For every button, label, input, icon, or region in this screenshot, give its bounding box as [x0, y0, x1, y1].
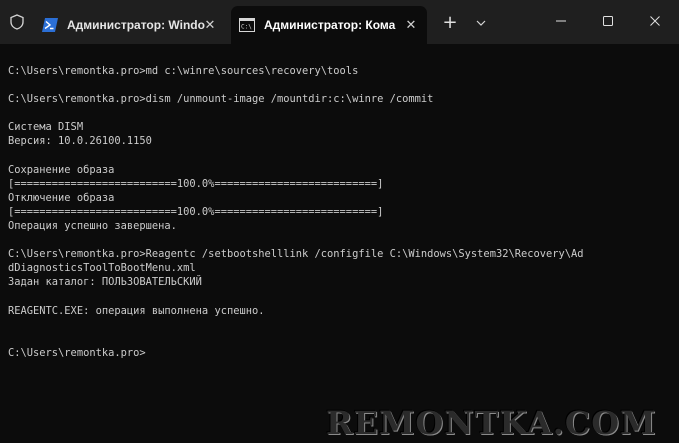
terminal-line: Сохранение образа — [8, 163, 115, 176]
cmd-icon: C:\ — [239, 17, 255, 33]
title-bar[interactable]: Администратор: Windo ✕ C:\ Администратор… — [0, 0, 679, 44]
terminal-line: REAGENTC.EXE: операция выполнена успешно… — [8, 304, 265, 317]
tab-powershell[interactable]: Администратор: Windo ✕ — [34, 6, 224, 44]
terminal-line: C:\Users\remontka.pro> — [8, 346, 146, 359]
terminal-line: Система DISM — [8, 121, 84, 134]
tab-command-prompt-label: Администратор: Кома — [264, 18, 396, 32]
terminal-line: Операция успешно завершена. — [8, 220, 177, 233]
svg-text:C:\: C:\ — [241, 24, 252, 31]
admin-shield-icon — [9, 14, 25, 30]
maximize-icon[interactable] — [593, 6, 623, 36]
new-tab-button[interactable]: + — [440, 13, 460, 33]
chevron-down-icon[interactable] — [472, 13, 490, 33]
terminal-line: Задан каталог: ПОЛЬЗОВАТЕЛЬСКИЙ — [8, 276, 202, 289]
terminal-line: [==========================100.0%=======… — [8, 177, 384, 190]
tab-close-icon[interactable]: ✕ — [202, 17, 218, 33]
terminal-line: C:\Users\remontka.pro>dism /unmount-imag… — [8, 93, 434, 106]
tab-powershell-label: Администратор: Windo — [67, 18, 205, 32]
terminal-line: Версия: 10.0.26100.1150 — [8, 135, 152, 148]
watermark-logo: REMONTKA.COM — [326, 404, 657, 442]
powershell-icon — [42, 17, 58, 33]
terminal-output-area[interactable]: C:\Users\remontka.pro>md c:\winre\source… — [0, 44, 679, 443]
terminal-line: Отключение образа — [8, 191, 115, 204]
terminal-line: [==========================100.0%=======… — [8, 205, 384, 218]
tab-command-prompt[interactable]: C:\ Администратор: Кома ✕ — [231, 6, 427, 44]
terminal-line: C:\Users\remontka.pro>Reagentc /setboots… — [8, 248, 584, 261]
close-icon[interactable] — [640, 6, 670, 36]
terminal-line: C:\Users\remontka.pro>md c:\winre\source… — [8, 65, 359, 77]
terminal-lines: C:\Users\remontka.pro>md c:\winre\source… — [8, 64, 673, 360]
terminal-line: dDiagnosticsToolToBootMenu.xml — [8, 262, 196, 275]
terminal-window: Администратор: Windo ✕ C:\ Администратор… — [0, 0, 679, 443]
minimize-icon[interactable] — [546, 6, 576, 36]
tab-close-icon[interactable]: ✕ — [403, 17, 419, 33]
